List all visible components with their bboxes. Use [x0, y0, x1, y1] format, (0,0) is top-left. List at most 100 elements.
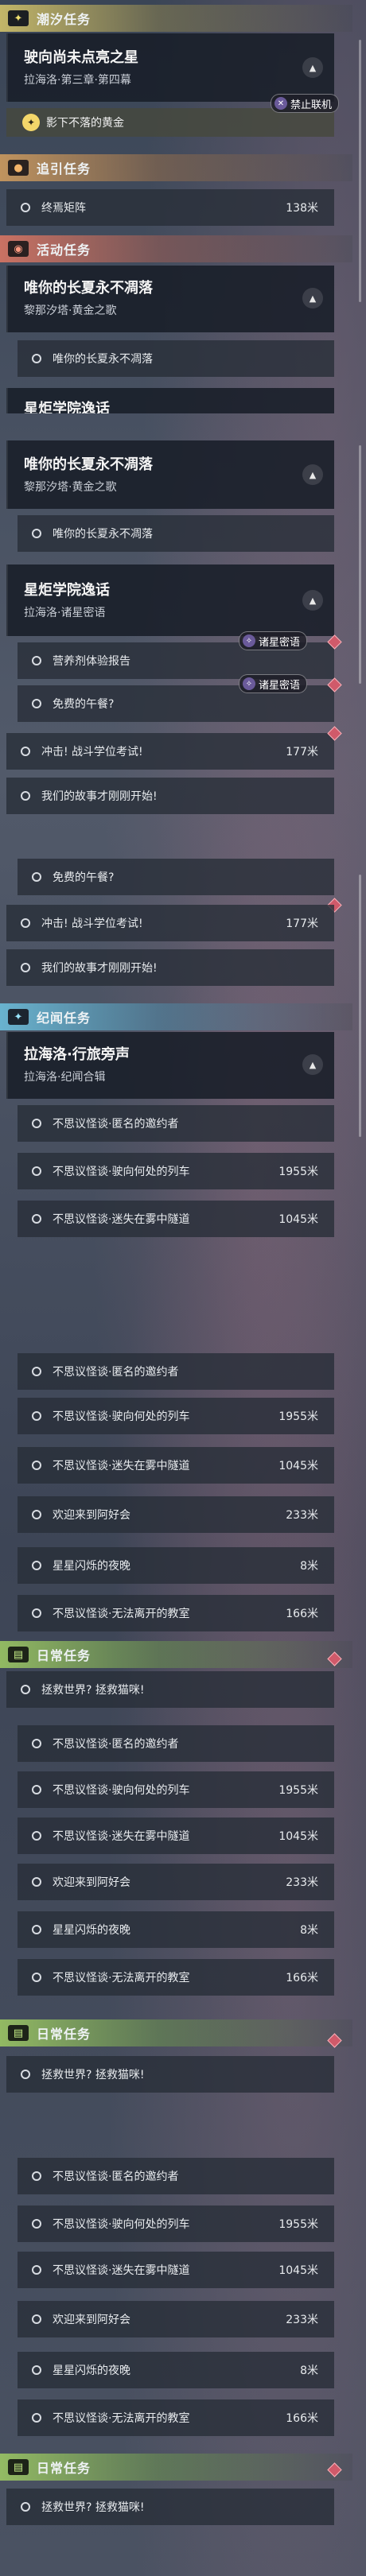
- list-item[interactable]: 不思议怪谈·迷失在雾中隧道 1045米: [18, 1447, 334, 1484]
- chevron-up-icon[interactable]: ▲: [302, 288, 323, 308]
- item-distance: 233米: [286, 1876, 318, 1889]
- item-distance: 1955米: [278, 1166, 318, 1178]
- item-label: 不思议怪谈·驶向何处的列车: [53, 1784, 190, 1797]
- list-item[interactable]: 不思议怪谈·匿名的邀约者: [18, 1105, 334, 1142]
- list-item[interactable]: 不思议怪谈·迷失在雾中隧道 1045米: [18, 1818, 334, 1854]
- radio-icon: [32, 1214, 41, 1224]
- section-title: 日常任务: [37, 2461, 92, 2476]
- chevron-up-icon[interactable]: ▲: [302, 464, 323, 485]
- list-item[interactable]: 欢迎来到阿好会 233米: [18, 1864, 334, 1900]
- section-header-tide[interactable]: ✦ 潮汐任务: [0, 5, 352, 32]
- list-item[interactable]: 星星闪烁的夜晚 8米: [18, 1547, 334, 1584]
- event-icon: ◉: [8, 241, 29, 257]
- list-item[interactable]: 不思议怪谈·匿名的邀约者: [18, 1353, 334, 1390]
- list-item[interactable]: 唯你的长夏永不凋落: [18, 515, 334, 552]
- section-header-guide[interactable]: ● 追引任务: [0, 154, 352, 181]
- tag-label: 诸星密语: [259, 679, 301, 692]
- section-header-event[interactable]: ◉ 活动任务: [0, 235, 352, 262]
- list-item[interactable]: 欢迎来到阿好会 233米: [18, 2301, 334, 2337]
- list-item[interactable]: 冲击! 战斗学位考试! 177米: [6, 905, 334, 941]
- item-label: 不思议怪谈·无法离开的教室: [53, 1608, 190, 1620]
- list-item[interactable]: 不思议怪谈·无法离开的教室 166米: [18, 2399, 334, 2436]
- item-label: 冲击! 战斗学位考试!: [41, 746, 143, 758]
- quest-card-cut[interactable]: 星炬学院逸话: [6, 388, 334, 413]
- list-item[interactable]: 不思议怪谈·迷失在雾中隧道 1045米: [18, 1201, 334, 1237]
- list-item[interactable]: 欢迎来到阿好会 233米: [18, 1496, 334, 1533]
- radio-icon: [32, 1561, 41, 1570]
- list-item[interactable]: 不思议怪谈·迷失在雾中隧道 1045米: [18, 2252, 334, 2288]
- section-title: 追引任务: [37, 161, 92, 177]
- star-whisper-tag: ✧ 诸星密语: [239, 631, 308, 650]
- item-label: 不思议怪谈·驶向何处的列车: [53, 2218, 190, 2231]
- list-item[interactable]: 不思议怪谈·驶向何处的列车 1955米: [18, 1153, 334, 1189]
- list-item[interactable]: 不思议怪谈·驶向何处的列车 1955米: [18, 1398, 334, 1434]
- item-label: 终焉矩阵: [41, 202, 86, 215]
- radio-icon: [32, 1785, 41, 1794]
- quest-card-event[interactable]: 唯你的长夏永不凋落 黎那汐塔·黄金之歌 ▲: [6, 440, 334, 509]
- list-item[interactable]: 我们的故事才刚刚开始!: [6, 949, 334, 986]
- item-distance: 138米: [286, 202, 318, 215]
- item-distance: 1955米: [278, 1784, 318, 1797]
- quest-title: 唯你的长夏永不凋落: [24, 456, 153, 473]
- list-item[interactable]: 星星闪烁的夜晚 8米: [18, 2352, 334, 2388]
- scrollbar[interactable]: [359, 875, 361, 1137]
- item-label: 不思议怪谈·匿名的邀约者: [53, 2171, 179, 2183]
- star-whisper-tag: ✧ 诸星密语: [239, 674, 308, 693]
- no-coop-icon: ✕: [274, 97, 287, 110]
- radio-icon: [32, 699, 41, 708]
- list-item[interactable]: 不思议怪谈·驶向何处的列车 1955米: [18, 1771, 334, 1808]
- item-label: 不思议怪谈·无法离开的教室: [53, 1972, 190, 1984]
- list-item[interactable]: 不思议怪谈·无法离开的教室 166米: [18, 1595, 334, 1631]
- list-item[interactable]: 不思议怪谈·匿名的邀约者: [18, 2158, 334, 2194]
- section-header-daily[interactable]: ▤ 日常任务: [0, 2019, 352, 2046]
- radio-icon: [32, 2171, 41, 2181]
- list-item[interactable]: 终焉矩阵 138米: [6, 189, 334, 226]
- chevron-up-icon[interactable]: ▲: [302, 1054, 323, 1075]
- section-header-daily[interactable]: ▤ 日常任务: [0, 1641, 352, 1668]
- item-label: 拯救世界? 拯救猫咪!: [41, 1684, 145, 1697]
- radio-icon: [32, 2413, 41, 2423]
- radio-icon: [32, 1877, 41, 1887]
- item-distance: 8米: [300, 1560, 318, 1573]
- daily-item[interactable]: 拯救世界? 拯救猫咪!: [6, 2056, 334, 2093]
- daily-item[interactable]: 拯救世界? 拯救猫咪!: [6, 2489, 334, 2525]
- item-distance: 1955米: [278, 1410, 318, 1423]
- item-label: 不思议怪谈·匿名的邀约者: [53, 1366, 179, 1379]
- quest-panel-4: 不思议怪谈·匿名的邀约者 不思议怪谈·驶向何处的列车 1955米 不思议怪谈·迷失…: [0, 1344, 366, 1670]
- chevron-up-icon[interactable]: ▲: [302, 590, 323, 611]
- list-item[interactable]: 不思议怪谈·驶向何处的列车 1955米: [18, 2206, 334, 2242]
- quest-card-lore[interactable]: 拉海洛·行旅旁声 拉海洛·纪闻合辑 ▲: [6, 1032, 334, 1099]
- radio-icon: [32, 1510, 41, 1519]
- list-item[interactable]: 我们的故事才刚刚开始!: [6, 778, 334, 814]
- item-label: 营养剂体验报告: [53, 655, 130, 668]
- radio-icon: [32, 872, 41, 882]
- section-header-daily[interactable]: ▤ 日常任务: [0, 2454, 352, 2481]
- quest-card-event[interactable]: 唯你的长夏永不凋落 黎那汐塔·黄金之歌 ▲: [6, 266, 334, 332]
- item-distance: 166米: [286, 1608, 318, 1620]
- list-item[interactable]: 星星闪烁的夜晚 8米: [18, 1911, 334, 1948]
- section-title: 日常任务: [37, 2027, 92, 2042]
- section-title: 日常任务: [37, 1648, 92, 1663]
- radio-icon: [32, 1973, 41, 1982]
- item-label: 不思议怪谈·驶向何处的列车: [53, 1410, 190, 1423]
- item-label: 拯救世界? 拯救猫咪!: [41, 2501, 145, 2514]
- list-item[interactable]: 唯你的长夏永不凋落: [18, 340, 334, 377]
- list-item[interactable]: 不思议怪谈·无法离开的教室 166米: [18, 1959, 334, 1996]
- daily-item[interactable]: 拯救世界? 拯救猫咪!: [6, 1671, 334, 1708]
- scrollbar[interactable]: [359, 40, 361, 302]
- radio-icon: [32, 1411, 41, 1421]
- list-item[interactable]: 免费的午餐?: [18, 859, 334, 895]
- scrollbar[interactable]: [359, 445, 361, 684]
- chevron-up-icon[interactable]: ▲: [302, 57, 323, 78]
- list-item[interactable]: 不思议怪谈·匿名的邀约者: [18, 1725, 334, 1762]
- item-distance: 1045米: [278, 1830, 318, 1843]
- section-header-lore[interactable]: ✦ 纪闻任务: [0, 1003, 352, 1030]
- tag-label: 诸星密语: [259, 636, 301, 649]
- quest-card-main[interactable]: 驶向尚未点亮之星 拉海洛·第三章·第四幕 ▲: [6, 33, 334, 102]
- list-item[interactable]: 冲击! 战斗学位考试! 177米: [6, 733, 334, 770]
- radio-icon: [21, 791, 30, 801]
- quest-card-academy[interactable]: 星炬学院逸话 拉海洛·诸星密语 ▲: [6, 564, 334, 636]
- item-label: 欢迎来到阿好会: [53, 1509, 130, 1522]
- quest-subtitle: 黎那汐塔·黄金之歌: [24, 481, 117, 494]
- radio-icon: [32, 1119, 41, 1128]
